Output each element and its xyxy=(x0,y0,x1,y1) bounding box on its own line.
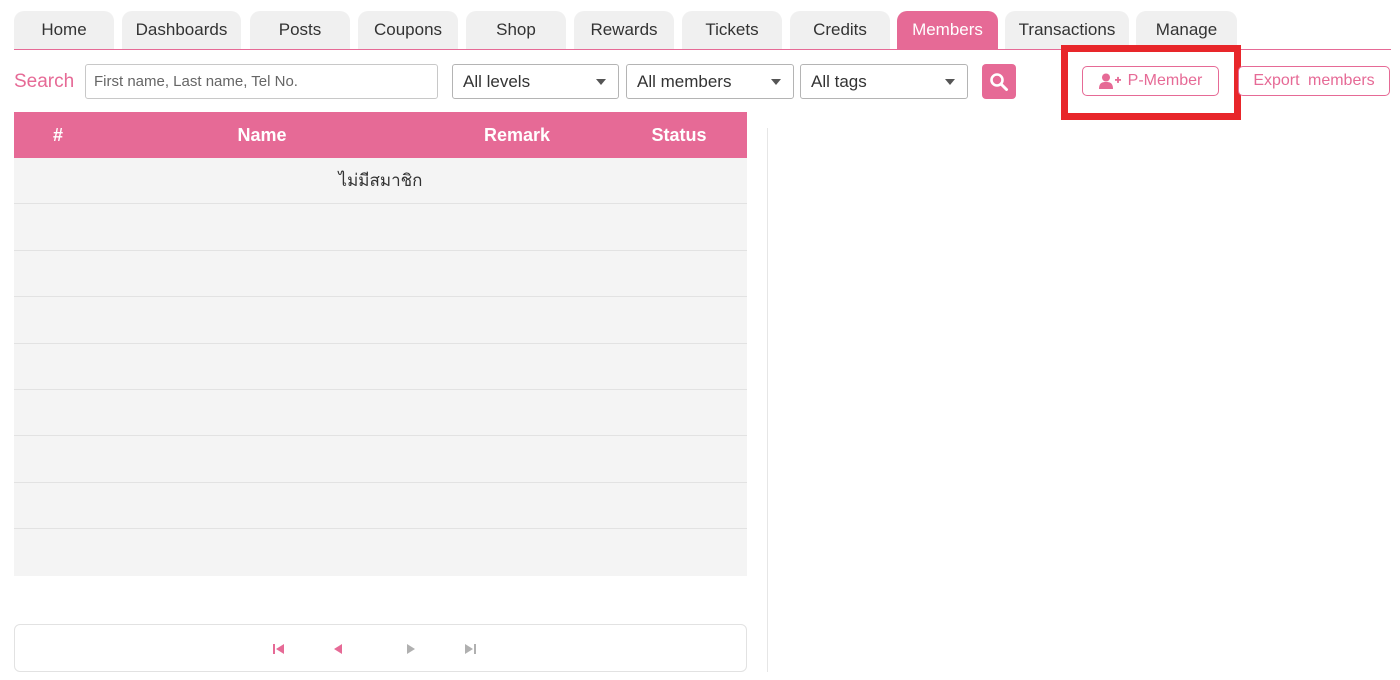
members-table: # Name Remark Status ไม่มีสมาชิก xyxy=(14,112,747,577)
tab-transactions[interactable]: Transactions xyxy=(1005,11,1129,49)
table-row xyxy=(14,297,747,344)
search-input[interactable] xyxy=(85,64,438,99)
column-header-name: Name xyxy=(237,124,287,145)
search-label: Search xyxy=(14,71,75,92)
tab-manage[interactable]: Manage xyxy=(1136,11,1237,49)
tab-coupons[interactable]: Coupons xyxy=(358,11,458,49)
p-member-label: P-Member xyxy=(1127,72,1203,89)
search-button[interactable] xyxy=(982,64,1016,99)
chevron-down-icon xyxy=(596,79,606,85)
table-header: # Name Remark Status xyxy=(14,112,747,158)
levels-select[interactable]: All levels xyxy=(452,64,619,99)
empty-message: ไม่มีสมาชิก xyxy=(14,158,747,205)
first-page-icon[interactable] xyxy=(272,642,286,656)
next-page-icon[interactable] xyxy=(404,642,418,656)
members-select[interactable]: All members xyxy=(626,64,794,99)
user-plus-icon xyxy=(1098,73,1121,89)
table-row xyxy=(14,343,747,390)
members-select-value: All members xyxy=(637,71,732,91)
table-row xyxy=(14,436,747,483)
column-header-status: Status xyxy=(651,124,707,145)
table-row xyxy=(14,250,747,298)
table-row xyxy=(14,529,747,577)
chevron-down-icon xyxy=(771,79,781,85)
chevron-down-icon xyxy=(945,79,955,85)
tab-members[interactable]: Members xyxy=(897,11,998,49)
tab-posts[interactable]: Posts xyxy=(250,11,350,49)
tab-shop[interactable]: Shop xyxy=(466,11,566,49)
tags-select-value: All tags xyxy=(811,71,867,91)
column-header-number: # xyxy=(52,124,63,145)
column-header-remark: Remark xyxy=(483,124,551,145)
tab-tickets[interactable]: Tickets xyxy=(682,11,782,49)
table-row xyxy=(14,389,747,437)
tags-select[interactable]: All tags xyxy=(800,64,968,99)
export-members-button[interactable]: Export members xyxy=(1238,66,1390,96)
tab-home[interactable]: Home xyxy=(14,11,114,49)
panel-divider xyxy=(767,128,768,672)
tab-dashboards[interactable]: Dashboards xyxy=(122,11,241,49)
tab-rewards[interactable]: Rewards xyxy=(574,11,674,49)
table-row xyxy=(14,482,747,530)
tab-credits[interactable]: Credits xyxy=(790,11,890,49)
last-page-icon[interactable] xyxy=(463,642,477,656)
pagination xyxy=(14,624,747,672)
p-member-button[interactable]: P-Member xyxy=(1082,66,1219,96)
levels-select-value: All levels xyxy=(463,71,531,91)
previous-page-icon[interactable] xyxy=(331,642,345,656)
search-icon xyxy=(990,72,1008,91)
table-row xyxy=(14,204,747,251)
